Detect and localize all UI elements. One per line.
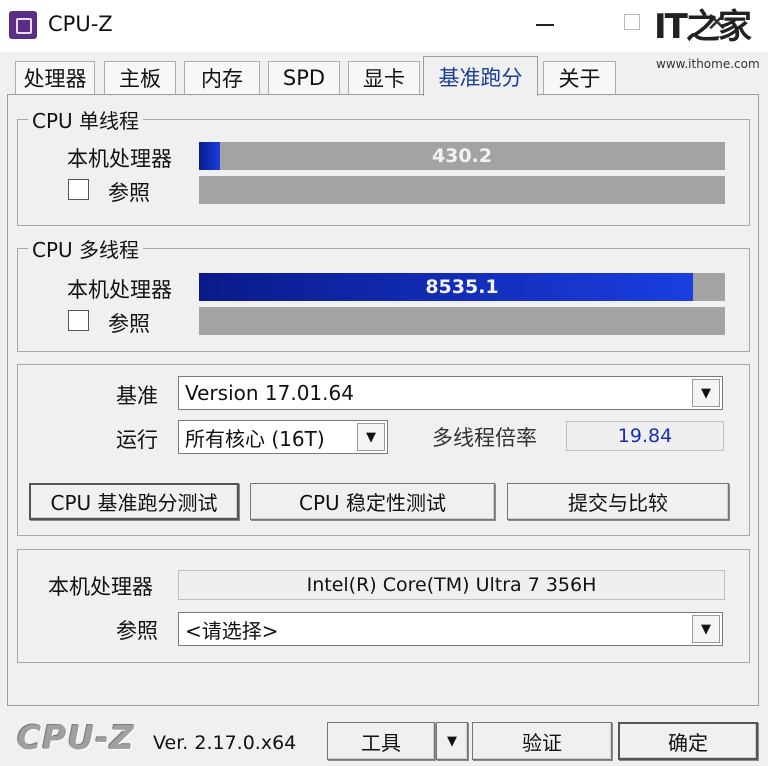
cpu-benchmark-button[interactable]: CPU 基准跑分测试 bbox=[29, 483, 239, 520]
multi-reference-label: 参照 bbox=[108, 312, 150, 336]
single-reference-checkbox[interactable] bbox=[68, 179, 89, 200]
chevron-down-icon[interactable]: ▼ bbox=[692, 379, 720, 407]
run-threads-select[interactable]: 所有核心 (16T) ▼ bbox=[178, 420, 388, 454]
single-this-cpu-bar: 430.2 bbox=[199, 142, 725, 170]
benchmark-version-value: Version 17.01.64 bbox=[185, 381, 354, 405]
benchmark-label: 基准 bbox=[116, 384, 158, 408]
chevron-down-icon[interactable]: ▼ bbox=[692, 615, 720, 643]
tab-memory[interactable]: 内存 bbox=[184, 61, 260, 94]
single-reference-label: 参照 bbox=[108, 181, 150, 205]
multi-this-cpu-score: 8535.1 bbox=[425, 276, 499, 298]
validate-button[interactable]: 验证 bbox=[472, 722, 612, 760]
title-bar bbox=[0, 0, 768, 52]
app-icon bbox=[9, 11, 37, 39]
single-this-cpu-label: 本机处理器 bbox=[67, 147, 172, 171]
multi-this-cpu-bar: 8535.1 bbox=[199, 273, 725, 301]
version-label: Ver. 2.17.0.x64 bbox=[153, 732, 297, 754]
tab-graphics[interactable]: 显卡 bbox=[348, 61, 420, 94]
single-reference-bar bbox=[199, 176, 725, 204]
minimize-icon[interactable] bbox=[536, 24, 554, 26]
info-this-cpu-name: Intel(R) Core(TM) Ultra 7 356H bbox=[178, 570, 725, 600]
multi-thread-group-label: CPU 多线程 bbox=[28, 234, 144, 263]
cpuz-logo: CPU-Z bbox=[17, 718, 135, 757]
submit-compare-button[interactable]: 提交与比较 bbox=[507, 483, 729, 520]
window-title: CPU-Z bbox=[48, 12, 113, 36]
single-this-cpu-score: 430.2 bbox=[431, 145, 493, 167]
cpu-stress-test-button[interactable]: CPU 稳定性测试 bbox=[250, 483, 495, 520]
single-thread-group-label: CPU 单线程 bbox=[28, 105, 144, 134]
multi-this-cpu-label: 本机处理器 bbox=[67, 278, 172, 302]
tools-button[interactable]: 工具 bbox=[327, 722, 435, 760]
ok-button[interactable]: 确定 bbox=[618, 722, 758, 760]
tab-spd[interactable]: SPD bbox=[268, 61, 340, 94]
info-this-cpu-label: 本机处理器 bbox=[48, 575, 153, 599]
reference-cpu-select[interactable]: <请选择> ▼ bbox=[178, 612, 723, 646]
tab-processor[interactable]: 处理器 bbox=[15, 61, 95, 94]
benchmark-version-select[interactable]: Version 17.01.64 ▼ bbox=[178, 376, 723, 410]
reference-cpu-value: <请选择> bbox=[185, 618, 279, 643]
info-reference-label: 参照 bbox=[116, 619, 158, 643]
tab-mainboard[interactable]: 主板 bbox=[104, 61, 176, 94]
run-label: 运行 bbox=[116, 428, 158, 452]
multi-reference-bar bbox=[199, 307, 725, 335]
watermark-url: www.ithome.com bbox=[656, 57, 760, 71]
maximize-icon[interactable] bbox=[624, 14, 640, 30]
tab-about[interactable]: 关于 bbox=[543, 61, 616, 94]
multi-reference-checkbox[interactable] bbox=[68, 310, 89, 331]
chevron-down-icon[interactable]: ▼ bbox=[436, 722, 468, 760]
watermark-logo: IT之家 bbox=[654, 7, 752, 47]
run-threads-value: 所有核心 (16T) bbox=[185, 426, 325, 451]
tab-bench[interactable]: 基准跑分 bbox=[423, 56, 538, 96]
multithread-ratio-value: 19.84 bbox=[566, 421, 724, 451]
chevron-down-icon[interactable]: ▼ bbox=[357, 423, 385, 451]
multithread-ratio-label: 多线程倍率 bbox=[432, 426, 537, 450]
